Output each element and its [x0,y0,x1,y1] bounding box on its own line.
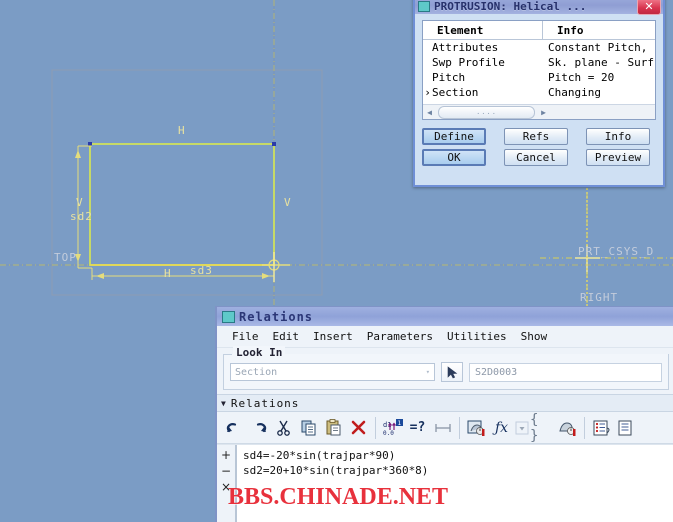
select-pointer-button[interactable] [441,362,463,382]
triangle-down-icon[interactable]: ▼ [221,399,226,408]
copy-icon[interactable] [296,415,321,440]
cad-label-h-bottom: H [164,267,172,280]
dialog-button-row-2: OK Cancel Preview [422,149,656,166]
row-element: Attributes [432,41,499,54]
menu-utilities[interactable]: Utilities [440,328,514,345]
row-info: Pitch = 20 [548,71,615,84]
cad-label-right-datum: RIGHT [580,291,619,304]
cad-label-sd2[interactable]: sd2 [70,210,93,223]
sort-icon[interactable]: d1 0.0 1 [380,415,405,440]
cad-label-h-top: H [178,124,186,137]
element-info-table[interactable]: Element Info Attributes Constant Pitch, … [422,20,656,120]
info-button[interactable]: Info [586,128,650,145]
relations-editor[interactable]: + − × sd4=-20*sin(trajpar*90) sd2=20+10*… [217,444,673,522]
relations-gutter: + − × [217,445,237,522]
protrusion-dialog[interactable]: PROTRUSION: Helical ... ✕ Element Info A… [413,0,665,187]
table-row[interactable]: Pitch Pitch = 20 [423,70,655,85]
dialog-button-grid: Define Refs Info OK Cancel Preview [422,128,656,166]
window-icon [418,0,430,12]
menu-file[interactable]: File [225,328,266,345]
define-button[interactable]: Define [422,128,486,145]
relations-toolbar: d1 0.0 1 =? ƒx {} [217,412,673,444]
relation-line[interactable]: sd4=-20*sin(trajpar*90) [243,448,673,463]
table-row-active[interactable]: › Section Changing [423,85,655,100]
row-element: Swp Profile [432,56,505,69]
cad-label-v-right: V [284,196,292,209]
column-header-info: Info [557,23,584,37]
relations-window-title: Relations [239,309,314,324]
row-marker-current: › [424,86,431,99]
menu-insert[interactable]: Insert [306,328,360,345]
table-row[interactable]: Swp Profile Sk. plane - Surf [423,55,655,70]
row-info: Sk. plane - Surf [548,56,654,69]
menu-show[interactable]: Show [514,328,555,345]
scroll-right-icon[interactable]: ▶ [537,108,550,117]
object-name-field[interactable]: S2D0003 [469,362,662,382]
clear-relation-button[interactable]: × [221,479,231,495]
column-header-element: Element [423,21,543,39]
window-icon [222,310,235,323]
look-in-row: Section ▾ S2D0003 [230,362,662,382]
dialog-button-row-1: Define Refs Info [422,128,656,145]
menu-parameters[interactable]: Parameters [360,328,440,345]
cad-label-prt-csys: PRT_CSYS_D [578,245,655,258]
preview-button[interactable]: Preview [586,149,650,166]
svg-text:1: 1 [397,420,401,427]
close-icon[interactable]: ✕ [637,0,661,15]
cancel-button[interactable]: Cancel [504,149,568,166]
menubar: File Edit Insert Parameters Utilities Sh… [217,326,673,348]
list-icon[interactable] [589,415,614,440]
units-icon[interactable]: { } [530,412,555,444]
ok-button[interactable]: OK [422,149,486,166]
look-in-group: Look In Section ▾ S2D0003 [223,346,669,390]
svg-text:0.0: 0.0 [383,430,394,437]
undo-icon[interactable] [221,415,246,440]
local-params-icon[interactable] [464,415,489,440]
table-horizontal-scrollbar[interactable]: ◀ .... ▶ [423,104,655,119]
look-in-select[interactable]: Section ▾ [230,363,435,381]
chevron-down-icon: ▾ [425,368,430,376]
cad-label-top-datum: TOP [54,251,77,264]
function-icon[interactable]: ƒx [489,415,514,440]
toolbar-separator [584,416,585,439]
param-clock-icon[interactable] [555,415,580,440]
relations-titlebar[interactable]: Relations [217,307,673,326]
insert-icon[interactable] [614,415,639,440]
row-info: Changing [548,86,601,99]
protrusion-dialog-title: PROTRUSION: Helical ... [434,0,587,13]
relations-text-area[interactable]: sd4=-20*sin(trajpar*90) sd2=20+10*sin(tr… [237,445,673,522]
menu-edit[interactable]: Edit [266,328,307,345]
look-in-select-value: Section [235,366,278,378]
protrusion-dialog-body: Element Info Attributes Constant Pitch, … [415,14,663,171]
dim-switch-icon[interactable] [430,415,455,440]
verify-icon[interactable]: =? [405,415,430,440]
function-dropdown-icon[interactable] [514,415,530,440]
cad-label-v-left: V [76,196,84,209]
cursor-arrow-icon [447,365,457,378]
table-body: Attributes Constant Pitch, Swp Profile S… [423,40,655,106]
add-relation-button[interactable]: + [221,447,231,463]
table-row[interactable]: Attributes Constant Pitch, [423,40,655,55]
row-element: Pitch [432,71,466,84]
redo-icon[interactable] [246,415,271,440]
remove-relation-button[interactable]: − [221,463,231,479]
relations-window[interactable]: Relations File Edit Insert Parameters Ut… [215,306,673,522]
row-element: Section [432,86,479,99]
cut-icon[interactable] [271,415,296,440]
relation-line[interactable]: sd2=20+10*sin(trajpar*360*8) [243,463,673,478]
protrusion-dialog-titlebar[interactable]: PROTRUSION: Helical ... ✕ [415,0,663,15]
table-header-row: Element Info [423,21,655,40]
cad-label-sd3[interactable]: sd3 [190,264,213,277]
relations-section-title: Relations [230,396,300,410]
toolbar-separator [459,416,460,439]
relations-section-header[interactable]: ▼ Relations [217,394,673,412]
refs-button[interactable]: Refs [504,128,568,145]
delete-icon[interactable] [346,415,371,440]
scrollbar-thumb[interactable]: .... [438,105,535,119]
row-info: Constant Pitch, [548,41,648,54]
paste-icon[interactable] [321,415,346,440]
look-in-legend: Look In [233,346,286,359]
scroll-left-icon[interactable]: ◀ [423,108,436,117]
toolbar-separator [375,416,376,439]
